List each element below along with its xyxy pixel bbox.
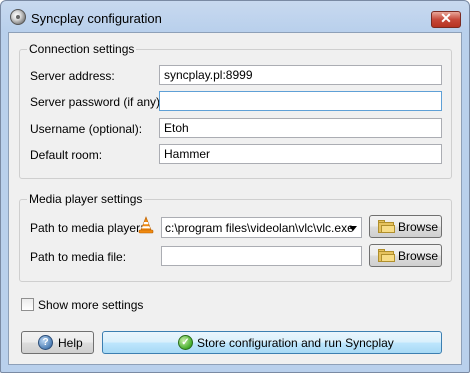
- help-icon: ?: [38, 335, 53, 350]
- help-button-label: Help: [58, 336, 83, 350]
- store-and-run-label: Store configuration and run Syncplay: [197, 336, 394, 350]
- title-bar[interactable]: Syncplay configuration ✕: [1, 1, 469, 35]
- help-button[interactable]: ? Help: [21, 331, 94, 354]
- window-title: Syncplay configuration: [31, 11, 162, 26]
- browse-file-label: Browse: [398, 249, 439, 263]
- media-player-path-dropdown[interactable]: c:\program files\videolan\vlc\vlc.exe: [161, 217, 362, 238]
- browse-player-label: Browse: [398, 220, 439, 234]
- browse-file-button[interactable]: Browse: [369, 244, 442, 267]
- media-file-path-field[interactable]: [161, 246, 362, 266]
- checkmark-icon: ✓: [178, 335, 193, 350]
- folder-icon: [378, 249, 395, 262]
- store-and-run-button[interactable]: ✓ Store configuration and run Syncplay: [102, 331, 442, 354]
- media-player-path-label: Path to media player:: [30, 221, 144, 235]
- dialog-body: Connection settings Server address: sync…: [8, 32, 462, 365]
- syncplay-disc-icon: [10, 9, 26, 25]
- close-button[interactable]: ✕: [431, 10, 461, 28]
- default-room-label: Default room:: [30, 148, 103, 162]
- server-address-field[interactable]: syncplay.pl:8999: [159, 65, 442, 85]
- vlc-cone-icon: [138, 216, 154, 234]
- username-field[interactable]: Etoh: [159, 118, 442, 138]
- folder-icon: [378, 220, 395, 233]
- media-file-path-label: Path to media file:: [30, 250, 127, 264]
- connection-settings-legend: Connection settings: [27, 42, 137, 56]
- server-password-label: Server password (if any):: [30, 95, 164, 109]
- syncplay-config-window: Syncplay configuration ✕ Connection sett…: [0, 0, 470, 373]
- show-more-settings-label[interactable]: Show more settings: [38, 298, 143, 312]
- browse-player-button[interactable]: Browse: [369, 215, 442, 238]
- media-player-settings-group: Media player settings: [19, 192, 452, 282]
- show-more-settings-checkbox[interactable]: [21, 298, 34, 311]
- server-address-label: Server address:: [30, 69, 115, 83]
- media-player-path-value: c:\program files\videolan\vlc\vlc.exe: [165, 221, 354, 235]
- close-icon: ✕: [440, 10, 452, 26]
- username-label: Username (optional):: [30, 122, 143, 136]
- server-password-field[interactable]: [159, 91, 442, 111]
- chevron-down-icon[interactable]: [349, 226, 357, 231]
- media-player-settings-legend: Media player settings: [27, 192, 145, 206]
- default-room-field[interactable]: Hammer: [159, 144, 442, 164]
